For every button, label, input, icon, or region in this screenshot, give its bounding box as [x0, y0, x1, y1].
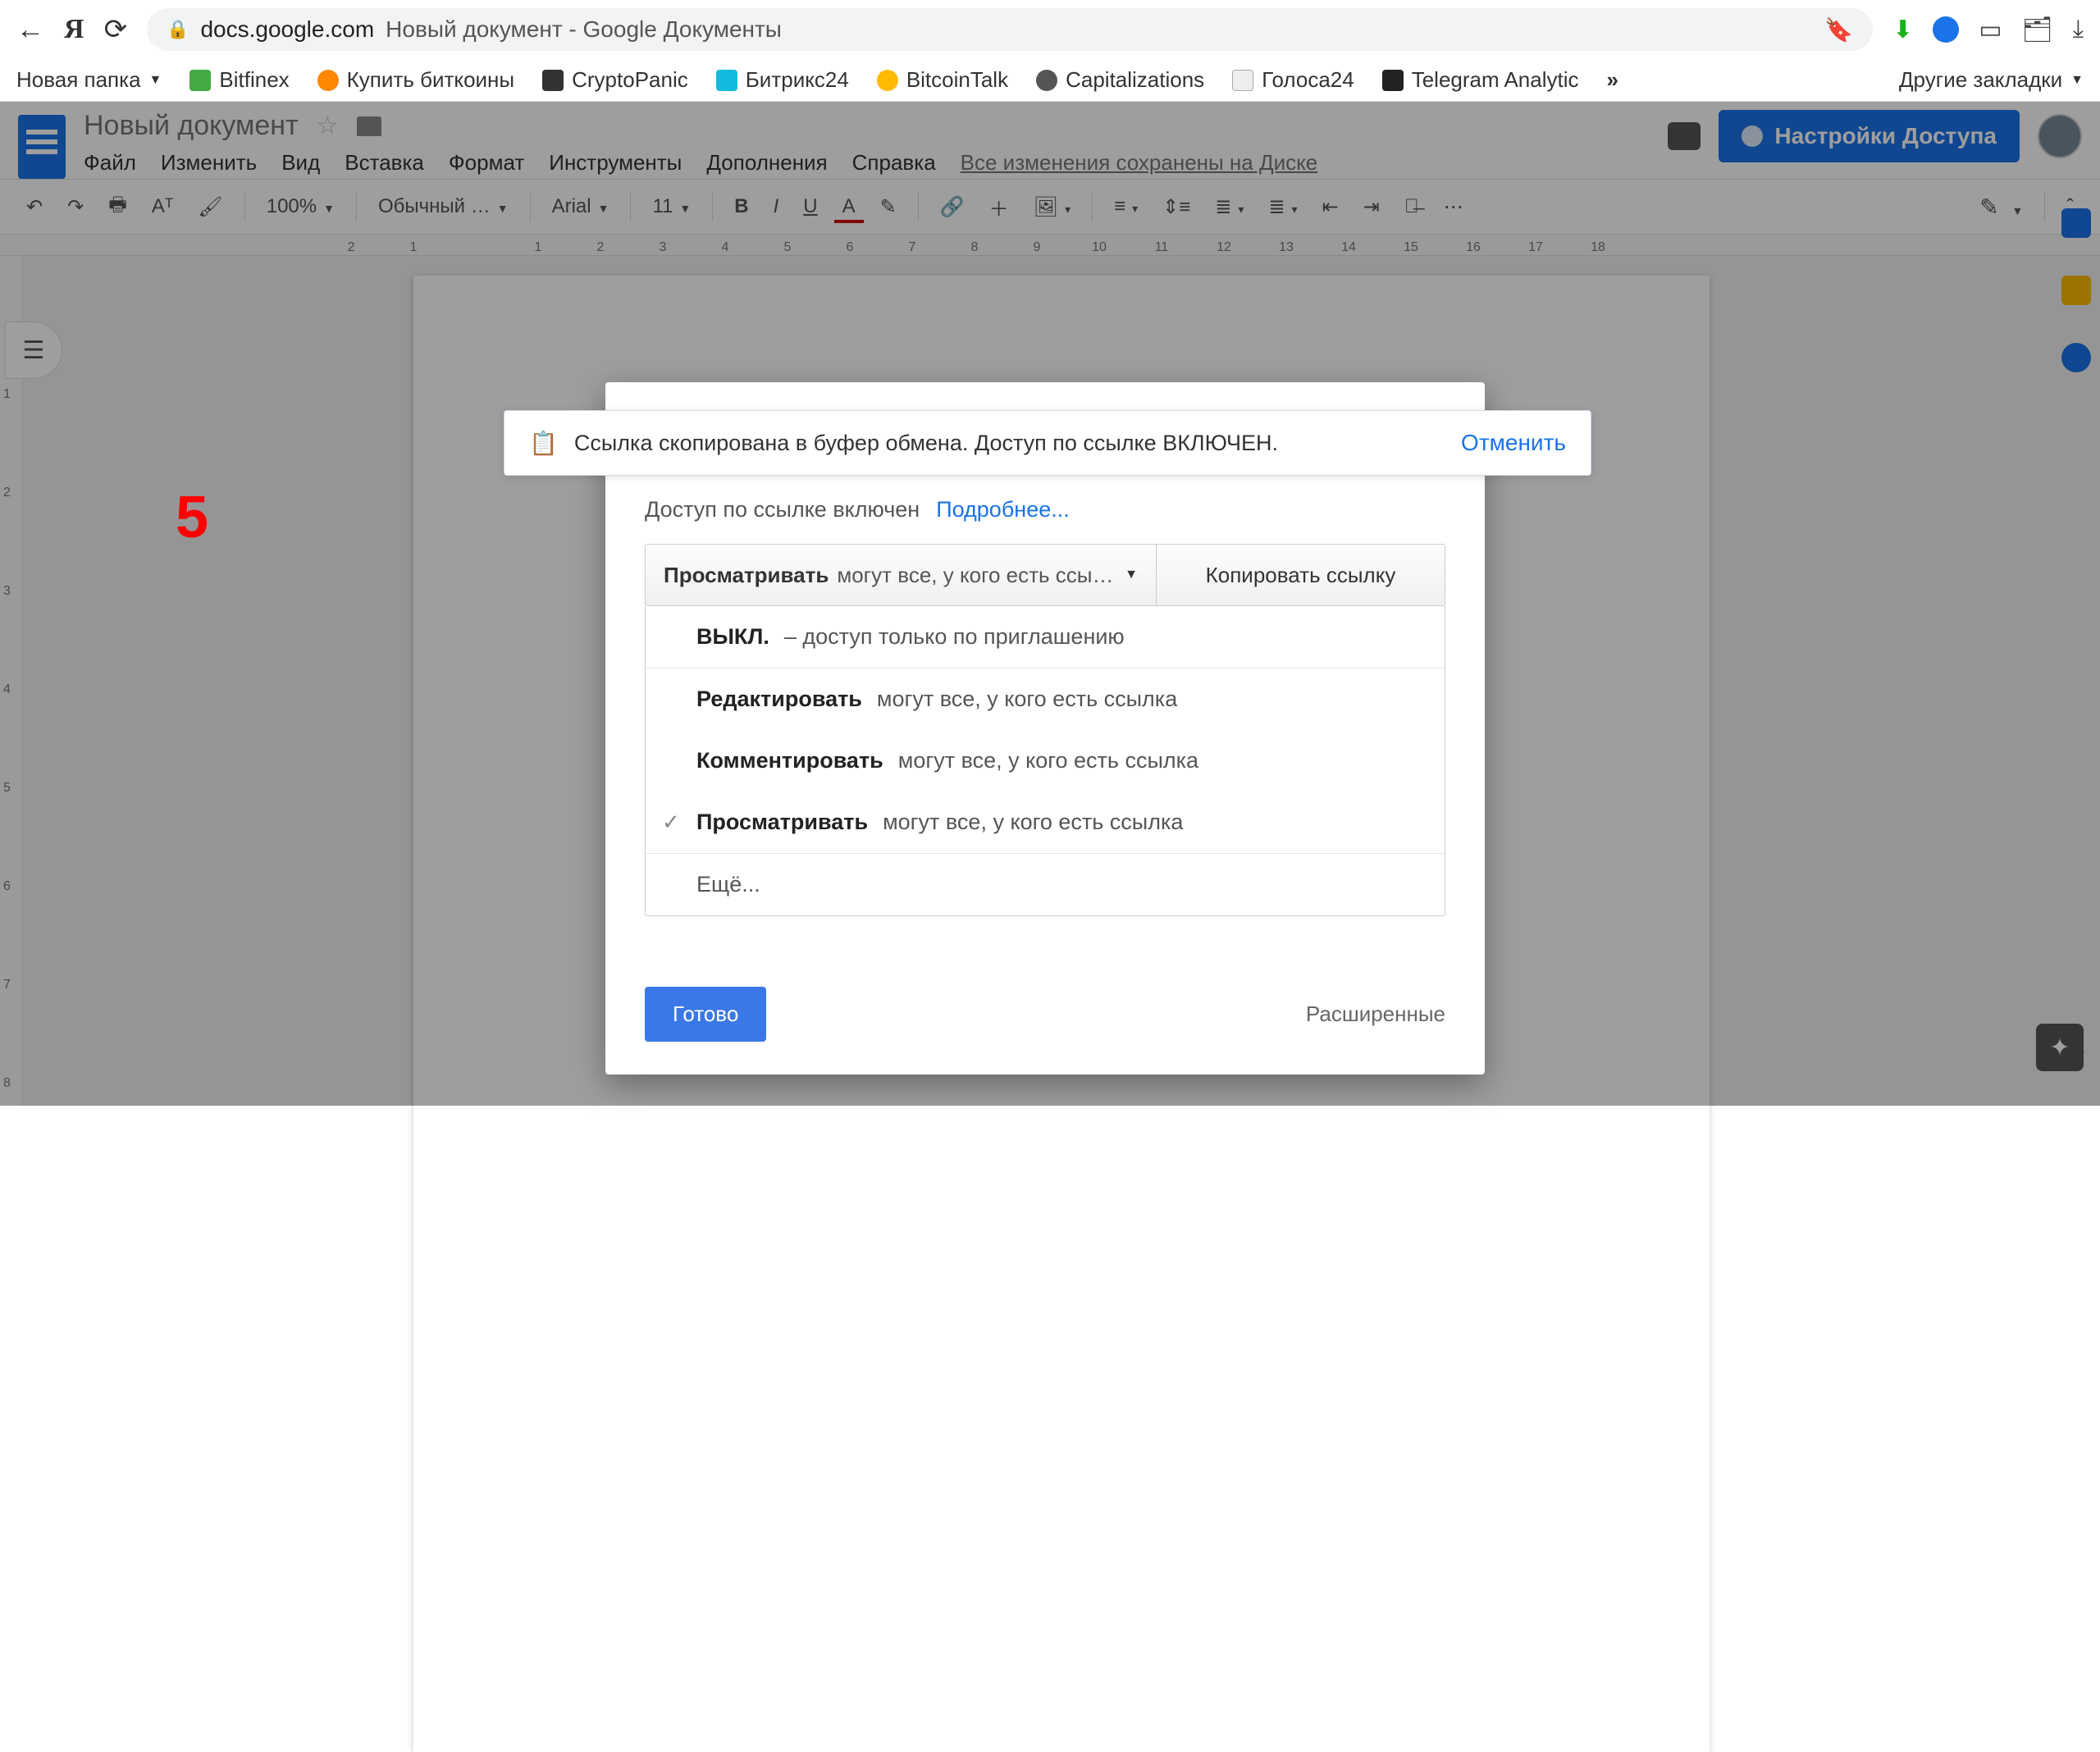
- underline-icon[interactable]: U: [795, 190, 825, 223]
- menu-file[interactable]: Файл: [84, 150, 136, 176]
- move-folder-icon[interactable]: [357, 116, 381, 136]
- menu-format[interactable]: Формат: [449, 150, 524, 176]
- option-off[interactable]: ВЫКЛ. – доступ только по приглашению: [646, 606, 1445, 668]
- comment-add-icon[interactable]: ＋: [981, 188, 1017, 226]
- bookmark-item[interactable]: BitcoinTalk: [877, 67, 1008, 93]
- menu-insert[interactable]: Вставка: [345, 150, 424, 176]
- bookmark-item[interactable]: CryptoPanic: [542, 67, 688, 93]
- tasks-icon[interactable]: [2061, 343, 2091, 372]
- link-copied-toast: 📋 Ссылка скопирована в буфер обмена. Дос…: [504, 410, 1591, 476]
- paint-format-icon[interactable]: 🖌: [189, 190, 231, 224]
- calendar-icon[interactable]: [2061, 208, 2091, 238]
- undo-icon[interactable]: ↶: [18, 190, 51, 224]
- advanced-link[interactable]: Расширенные: [1306, 1001, 1445, 1027]
- option-edit[interactable]: Редактировать могут все, у кого есть ссы…: [646, 668, 1445, 730]
- menu-tools[interactable]: Инструменты: [549, 150, 682, 176]
- link-icon[interactable]: 🔗: [932, 190, 973, 224]
- bookmark-item[interactable]: Купить биткоины: [317, 67, 514, 93]
- star-icon[interactable]: ☆: [317, 112, 339, 140]
- address-box[interactable]: 🔒 docs.google.com Новый документ - Googl…: [147, 8, 1873, 51]
- editing-mode-icon[interactable]: ✎ ▼: [1971, 189, 2031, 226]
- horizontal-ruler[interactable]: 21123456789101112131415161718: [0, 235, 2100, 256]
- spellcheck-icon[interactable]: Aᵀ: [144, 190, 181, 223]
- bookmark-item[interactable]: Capitalizations: [1036, 67, 1204, 93]
- zoom-select[interactable]: 100%▼: [258, 190, 343, 223]
- bookmark-icon[interactable]: 🔖: [1824, 16, 1853, 43]
- vertical-ruler[interactable]: 1 2 3 4 5 6 7 8: [0, 256, 23, 1106]
- align-icon[interactable]: ≡▾: [1106, 190, 1146, 223]
- download-icon[interactable]: ⬇: [1892, 16, 1913, 44]
- done-button[interactable]: Готово: [645, 987, 766, 1042]
- numbered-list-icon[interactable]: ≣▾: [1207, 190, 1252, 224]
- text-color-icon[interactable]: A: [834, 190, 864, 223]
- indent-increase-icon[interactable]: ⇥: [1355, 190, 1388, 224]
- option-more[interactable]: Ещё...: [646, 853, 1445, 915]
- yandex-icon[interactable]: Я: [64, 14, 84, 45]
- menu-edit[interactable]: Изменить: [161, 150, 257, 176]
- share-button[interactable]: Настройки Доступа: [1719, 110, 2020, 162]
- highlight-icon[interactable]: ✎: [872, 190, 905, 224]
- redo-icon[interactable]: ↷: [59, 190, 92, 224]
- other-bookmarks[interactable]: Другие закладки ▼: [1899, 67, 2084, 93]
- bookmark-folder[interactable]: Новая папка ▼: [16, 67, 162, 93]
- image-icon[interactable]: 🖼▾: [1025, 190, 1080, 224]
- line-spacing-icon[interactable]: ⇕≡: [1154, 190, 1198, 224]
- annotation-number: 5: [176, 484, 208, 551]
- url-domain: docs.google.com: [200, 16, 374, 43]
- option-comment[interactable]: Комментировать могут все, у кого есть сс…: [646, 730, 1445, 792]
- print-icon[interactable]: 🖶: [100, 185, 135, 229]
- extension-blue-icon[interactable]: [1933, 16, 1959, 43]
- reload-icon[interactable]: ⟳: [104, 13, 128, 46]
- font-size-select[interactable]: 11▼: [644, 190, 699, 223]
- chevron-down-icon: ▼: [1125, 568, 1138, 582]
- lock-icon: 🔒: [167, 19, 189, 40]
- url-title: Новый документ - Google Документы: [386, 16, 782, 43]
- extension-panel-icon[interactable]: 🗂: [2022, 16, 2053, 44]
- menu-bar: Файл Изменить Вид Вставка Формат Инструм…: [84, 150, 1650, 176]
- clear-format-icon[interactable]: Ｔ̶: [1396, 190, 1427, 223]
- copy-link-button[interactable]: Копировать ссылку: [1156, 545, 1445, 605]
- person-icon: [1742, 125, 1763, 147]
- style-select[interactable]: Обычный …▼: [370, 190, 517, 223]
- bookmark-item[interactable]: Bitfinex: [189, 67, 289, 93]
- bookmark-item[interactable]: Битрикс24: [716, 67, 849, 93]
- menu-addons[interactable]: Дополнения: [706, 150, 827, 176]
- bookmarks-bar: Новая папка ▼ Bitfinex Купить биткоины C…: [0, 59, 2100, 102]
- learn-more-link[interactable]: Подробнее...: [936, 497, 1070, 522]
- overflow-icon[interactable]: »: [1606, 67, 1618, 93]
- menu-help[interactable]: Справка: [852, 150, 936, 176]
- link-permission-select[interactable]: Просматривать могут все, у кого есть ссы…: [646, 545, 1156, 605]
- downloads-icon[interactable]: ⤓: [2073, 16, 2084, 43]
- check-icon: ✓: [662, 810, 680, 835]
- toast-message: Ссылка скопирована в буфер обмена. Досту…: [574, 431, 1445, 456]
- undo-link[interactable]: Отменить: [1461, 430, 1566, 456]
- account-avatar[interactable]: [2038, 114, 2082, 158]
- clipboard-icon: 📋: [529, 430, 558, 457]
- more-icon[interactable]: ⋯: [1436, 190, 1472, 224]
- explore-icon[interactable]: ✦: [2036, 1024, 2084, 1071]
- share-dialog: Доступ по ссылке включен Подробнее... Пр…: [605, 382, 1485, 1074]
- save-status[interactable]: Все изменения сохранены на Диске: [961, 150, 1318, 176]
- comments-icon[interactable]: [1668, 122, 1701, 150]
- side-panel: [2052, 208, 2100, 372]
- italic-icon[interactable]: I: [765, 190, 788, 223]
- back-icon[interactable]: ←: [16, 14, 44, 46]
- battery-icon: ▭: [1979, 16, 2002, 44]
- bulleted-list-icon[interactable]: ≣▾: [1260, 190, 1305, 224]
- document-title[interactable]: Новый документ: [84, 110, 299, 142]
- toolbar: ↶ ↷ 🖶 Aᵀ 🖌 100%▼ Обычный …▼ Arial▼ 11▼ B…: [0, 179, 2100, 235]
- permission-options: ВЫКЛ. – доступ только по приглашению Ред…: [645, 606, 1445, 916]
- menu-view[interactable]: Вид: [281, 150, 320, 176]
- docs-header: Новый документ ☆ Файл Изменить Вид Встав…: [0, 102, 2100, 179]
- font-select[interactable]: Arial▼: [544, 190, 618, 223]
- bold-icon[interactable]: B: [726, 190, 756, 223]
- bookmark-item[interactable]: Telegram Analytic: [1382, 67, 1579, 93]
- indent-decrease-icon[interactable]: ⇤: [1314, 190, 1347, 224]
- browser-address-bar: ← Я ⟳ 🔒 docs.google.com Новый документ -…: [0, 0, 2100, 59]
- option-view[interactable]: ✓Просматривать могут все, у кого есть сс…: [646, 792, 1445, 853]
- dialog-heading: Доступ по ссылке включен: [645, 497, 920, 522]
- bookmark-item[interactable]: Голоса24: [1232, 67, 1354, 93]
- keep-icon[interactable]: [2061, 276, 2091, 305]
- docs-logo-icon[interactable]: [18, 115, 66, 179]
